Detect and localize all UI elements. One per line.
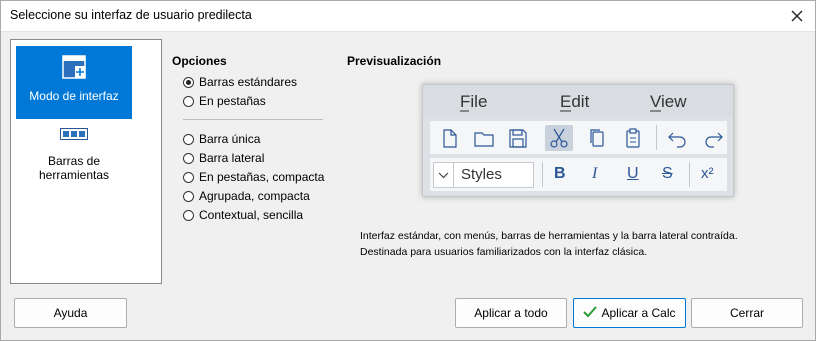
save-icon — [509, 129, 527, 148]
radio-checked-icon — [183, 76, 194, 88]
cut-button — [545, 125, 573, 151]
interface-mode-icon — [62, 55, 86, 79]
radio-label: En pestañas — [199, 94, 266, 108]
radio-unchecked-icon — [183, 152, 194, 164]
preview-menubar: File Edit View — [423, 85, 733, 117]
sidebar-item-interface-mode[interactable]: Modo de interfaz — [16, 46, 132, 119]
sidebar-item-label: Modo de interfaz — [29, 89, 119, 103]
apply-all-button[interactable]: Aplicar a todo — [455, 298, 567, 328]
radio-unchecked-icon — [183, 171, 194, 183]
radio-label: Agrupada, compacta — [199, 189, 310, 203]
radio-unchecked-icon — [183, 95, 194, 107]
underline-icon: U — [627, 165, 639, 182]
close-button[interactable]: Cerrar — [691, 298, 803, 328]
dialog-title: Seleccione su interfaz de usuario predil… — [10, 8, 252, 22]
radio-label: Barras estándares — [199, 75, 298, 89]
options-separator — [183, 119, 323, 120]
radio-sidebar[interactable]: Barra lateral — [183, 150, 264, 166]
paste-icon — [626, 128, 640, 148]
title-bar: Seleccione su interfaz de usuario predil… — [1, 1, 815, 32]
radio-tabbed[interactable]: En pestañas — [183, 93, 266, 109]
radio-tabbed-compact[interactable]: En pestañas, compacta — [183, 169, 324, 185]
bold-icon: B — [554, 165, 566, 182]
radio-label: Barra única — [199, 132, 261, 146]
description-line: Interfaz estándar, con menús, barras de … — [360, 230, 738, 242]
interface-dialog: Seleccione su interfaz de usuario predil… — [0, 0, 816, 341]
sidebar-item-toolbars[interactable]: Barras de herramientas — [16, 122, 132, 195]
new-document-icon — [443, 129, 457, 148]
style-name: Styles — [461, 166, 502, 183]
radio-unchecked-icon — [183, 133, 194, 145]
open-folder-icon — [474, 132, 494, 147]
radio-contextual-single[interactable]: Contextual, sencilla — [183, 207, 303, 223]
toolbars-icon — [60, 128, 88, 140]
radio-standard-toolbars[interactable]: Barras estándares — [183, 74, 297, 90]
interface-description: Interfaz estándar, con menús, barras de … — [360, 228, 738, 260]
preview-image: File Edit View Styles B I U S x² — [422, 84, 734, 197]
sidebar-item-label: Barras de herramientas — [38, 154, 110, 182]
radio-unchecked-icon — [183, 209, 194, 221]
help-button[interactable]: Ayuda — [14, 298, 127, 328]
redo-icon — [705, 132, 723, 148]
scissors-icon — [550, 128, 568, 148]
toolbar-separator — [656, 125, 657, 150]
options-heading: Opciones — [172, 54, 227, 68]
radio-label: Contextual, sencilla — [199, 208, 304, 222]
copy-icon — [590, 129, 604, 147]
apply-calc-button[interactable]: Aplicar a Calc — [573, 298, 686, 328]
radio-label: Barra lateral — [199, 151, 265, 165]
toolbar-separator — [542, 162, 543, 187]
preview-menu-underlines — [460, 110, 661, 112]
superscript-icon: x² — [701, 165, 714, 182]
radio-single-toolbar[interactable]: Barra única — [183, 131, 260, 147]
toolbar-separator — [689, 162, 690, 187]
chevron-down-icon — [438, 172, 449, 179]
description-line: Destinada para usuarios familiarizados c… — [360, 246, 648, 258]
radio-unchecked-icon — [183, 190, 194, 202]
checkmark-icon — [583, 306, 598, 318]
strikethrough-icon: S — [662, 165, 673, 182]
radio-label: En pestañas, compacta — [199, 170, 325, 184]
italic-icon: I — [592, 165, 598, 182]
preview-standard-toolbar — [430, 121, 727, 154]
category-list: Modo de interfaz Barras de herramientas — [10, 39, 162, 284]
preview-style-box: Styles — [433, 162, 534, 188]
preview-formatting-toolbar: Styles B I U S x² — [430, 158, 727, 191]
radio-groupedbar-compact[interactable]: Agrupada, compacta — [183, 188, 310, 204]
apply-calc-label: Aplicar a Calc — [601, 306, 676, 320]
preview-heading: Previsualización — [347, 54, 442, 68]
undo-icon — [668, 132, 686, 148]
style-dropdown-button — [434, 163, 454, 187]
close-icon[interactable] — [787, 6, 807, 26]
